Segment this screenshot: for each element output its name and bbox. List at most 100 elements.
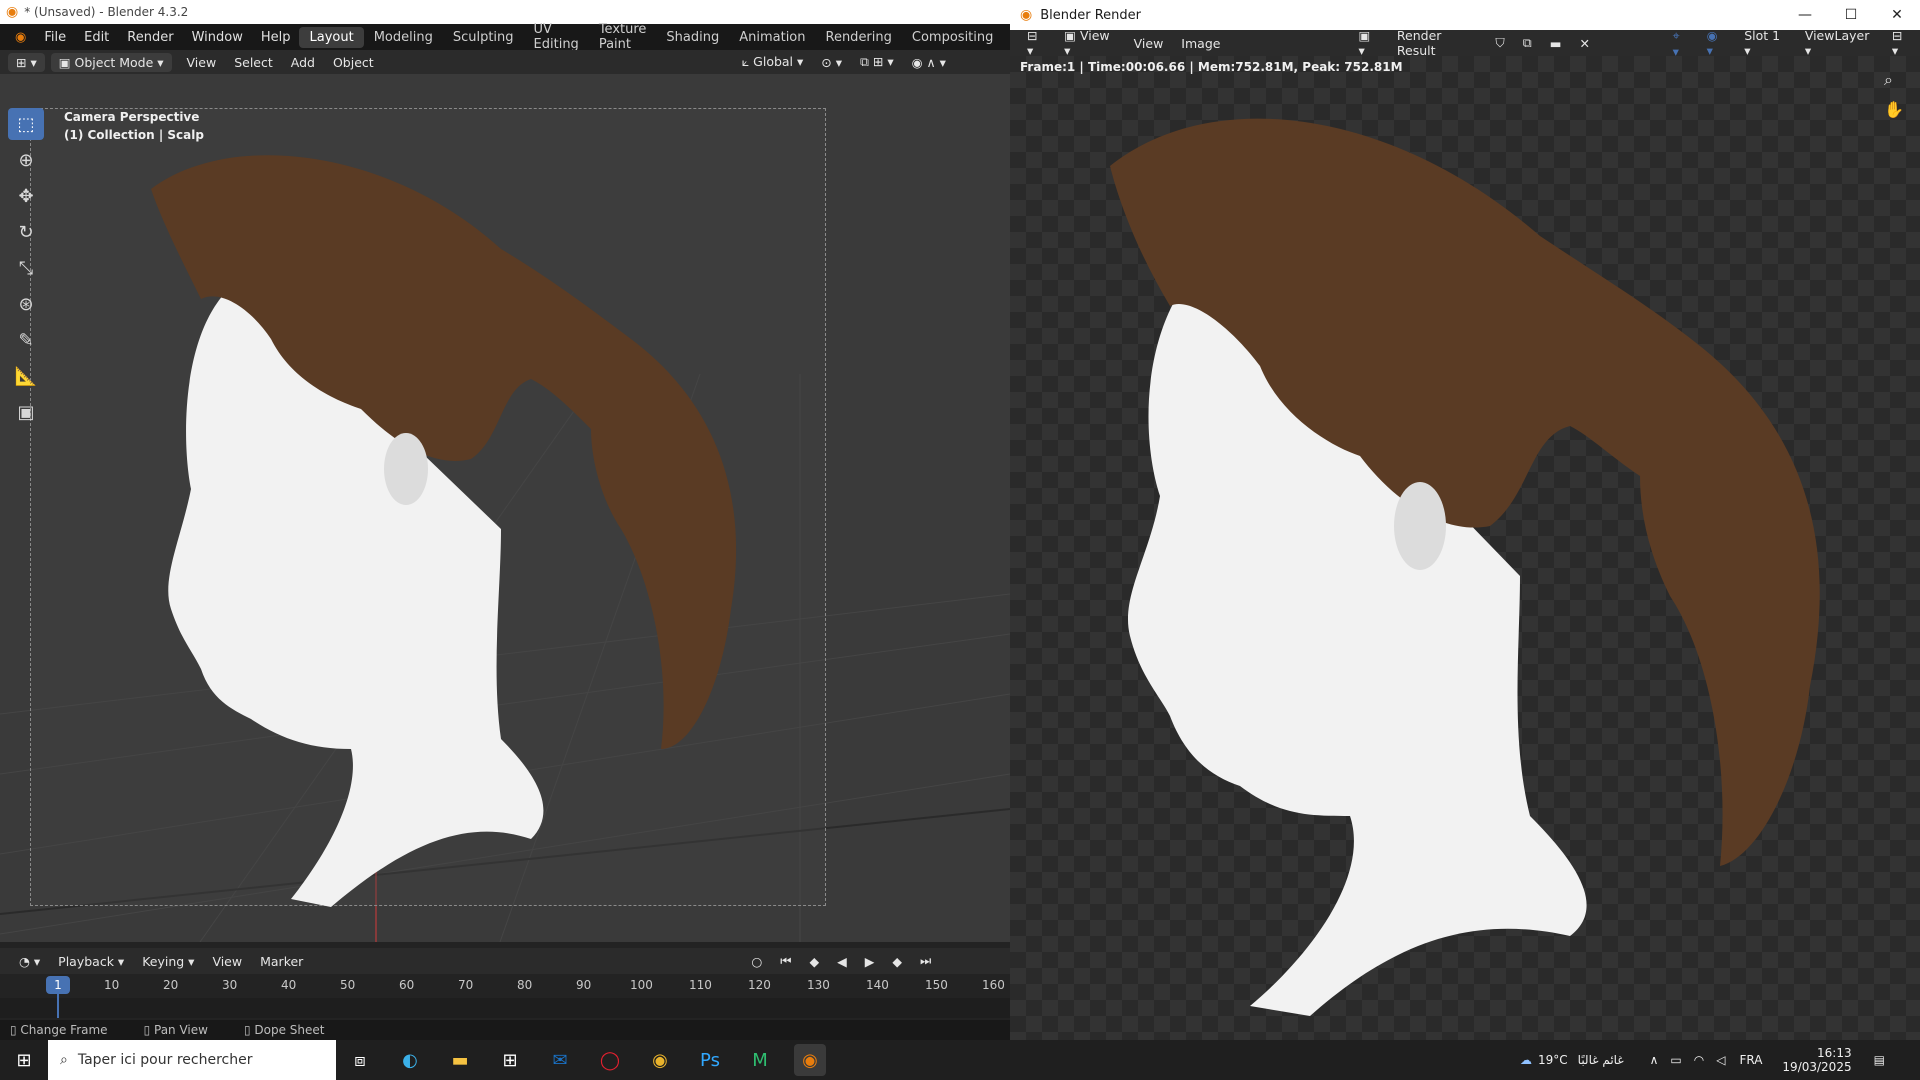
system-tray: ☁ 19°C غائم غالبًا ∧ ▭ ◠ ◁ FRA 16:13 19/… <box>1520 1040 1885 1080</box>
menu-window[interactable]: Window <box>183 30 252 45</box>
play-icon[interactable]: ▶ <box>856 954 884 969</box>
image-name[interactable]: Render Result <box>1388 28 1486 58</box>
weather-icon[interactable]: ☁ <box>1520 1053 1532 1067</box>
tab-animation[interactable]: Animation <box>729 27 815 48</box>
measure-icon[interactable]: 📐 <box>8 360 44 392</box>
sample-tool-icon[interactable]: ⌖ ▾ <box>1664 28 1698 59</box>
header-menu-select[interactable]: Select <box>225 55 282 70</box>
device-icon[interactable]: ▭ <box>1670 1053 1681 1067</box>
render-pass-icon[interactable]: ⊟ ▾ <box>1883 28 1920 58</box>
open-image-icon[interactable]: ▬ <box>1541 36 1571 51</box>
jump-end-icon[interactable]: ⏭ <box>911 953 940 969</box>
pan-hand-icon[interactable]: ✋ <box>1884 100 1904 119</box>
image-menu-image[interactable]: Image <box>1172 36 1229 51</box>
timeline-editor-icon[interactable]: ◔ ▾ <box>10 954 49 969</box>
frame-ruler[interactable]: 10 20 30 40 50 60 70 80 90 100 110 120 1… <box>0 974 1010 998</box>
tab-layout[interactable]: Layout <box>299 26 364 48</box>
menu-help[interactable]: Help <box>252 30 300 45</box>
menu-edit[interactable]: Edit <box>75 30 118 45</box>
timeline-menu-playback[interactable]: Playback ▾ <box>49 954 133 969</box>
status-dope-sheet-label: Dope Sheet <box>254 1023 325 1037</box>
taskbar-search-input[interactable]: ⌕ Taper ici pour rechercher <box>48 1040 336 1080</box>
tick-label: 70 <box>458 978 474 992</box>
tick-label: 40 <box>281 978 297 992</box>
volume-icon[interactable]: ◁ <box>1716 1053 1725 1067</box>
clock[interactable]: 16:13 19/03/2025 <box>1782 1046 1851 1074</box>
blender-taskbar-icon[interactable]: ◉ <box>794 1044 826 1076</box>
image-editor-type-icon[interactable]: ⊟ ▾ <box>1018 28 1055 58</box>
auto-keying-icon[interactable]: ○ <box>742 954 771 969</box>
app-m-icon[interactable]: M <box>744 1044 776 1076</box>
render-info: Frame:1 | Time:00:06.66 | Mem:752.81M, P… <box>1020 60 1403 74</box>
file-explorer-icon[interactable]: ▬ <box>444 1044 476 1076</box>
tab-sculpting[interactable]: Sculpting <box>443 27 524 48</box>
wifi-icon[interactable]: ◠ <box>1694 1053 1704 1067</box>
language-indicator[interactable]: FRA <box>1739 1053 1762 1067</box>
annotate-icon[interactable]: ✎ <box>8 324 44 356</box>
outlook-icon[interactable]: ✉ <box>544 1044 576 1076</box>
windows-start-icon[interactable]: ⊞ <box>8 1044 40 1076</box>
unlink-image-icon[interactable]: ✕ <box>1571 36 1599 51</box>
timeline-menu-keying[interactable]: Keying ▾ <box>133 954 203 969</box>
select-box-icon[interactable]: ⬚ <box>8 108 44 140</box>
add-cube-icon[interactable]: ▣ <box>8 396 44 428</box>
maximize-icon[interactable]: ☐ <box>1828 0 1874 30</box>
menu-render[interactable]: Render <box>118 30 182 45</box>
timeline-menu-view[interactable]: View <box>203 954 251 969</box>
photoshop-icon[interactable]: Ps <box>694 1044 726 1076</box>
tab-shading[interactable]: Shading <box>656 27 729 48</box>
top-menubar: ◉ File Edit Render Window Help Layout Mo… <box>0 22 1023 52</box>
rotate-icon[interactable]: ↻ <box>8 216 44 248</box>
header-menu-object[interactable]: Object <box>324 55 383 70</box>
snap-icon[interactable]: ⧉ ⊞ ▾ <box>851 54 903 70</box>
transform-orientation-dropdown[interactable]: ⟀ Global ▾ <box>733 54 813 70</box>
image-view-dropdown[interactable]: ▣ View ▾ <box>1055 28 1124 58</box>
edge-icon[interactable]: ◐ <box>394 1044 426 1076</box>
status-dope-sheet: ▯ Dope Sheet <box>243 1023 325 1037</box>
blender-menu-icon[interactable]: ◉ <box>6 30 35 45</box>
opera-icon[interactable]: ◯ <box>594 1044 626 1076</box>
tab-compositing[interactable]: Compositing <box>902 27 1004 48</box>
mode-dropdown[interactable]: ▣ Object Mode ▾ <box>50 52 172 72</box>
render-image-area[interactable] <box>1010 56 1920 1040</box>
tick-label: 140 <box>866 978 889 992</box>
fake-user-icon[interactable]: ⛉ <box>1486 35 1513 51</box>
current-frame-indicator[interactable]: 1 <box>46 976 70 994</box>
pivot-icon[interactable]: ⊙ ▾ <box>812 55 851 70</box>
tray-chevron-icon[interactable]: ∧ <box>1650 1053 1659 1067</box>
slot-dropdown[interactable]: Slot 1 ▾ <box>1735 28 1796 58</box>
play-reverse-icon[interactable]: ◀ <box>828 954 856 969</box>
scale-icon[interactable]: ⤡ <box>8 252 44 284</box>
cursor-icon[interactable]: ⊕ <box>8 144 44 176</box>
playhead[interactable] <box>57 994 59 1018</box>
header-menu-add[interactable]: Add <box>282 55 324 70</box>
jump-start-icon[interactable]: ⏮ <box>771 953 800 969</box>
image-browse-icon[interactable]: ▣ ▾ <box>1350 28 1388 58</box>
next-keyframe-icon[interactable]: ◆ <box>883 954 911 969</box>
tab-modeling[interactable]: Modeling <box>364 27 443 48</box>
tab-rendering[interactable]: Rendering <box>816 27 902 48</box>
move-icon[interactable]: ✥ <box>8 180 44 212</box>
editor-type-icon[interactable]: ⊞ ▾ <box>8 52 45 72</box>
task-view-icon[interactable]: ⧈ <box>344 1044 376 1076</box>
display-channels-icon[interactable]: ◉ ▾ <box>1698 28 1736 58</box>
close-icon[interactable]: ✕ <box>1874 0 1920 30</box>
proportional-edit-icon[interactable]: ◉ ∧ ▾ <box>903 55 955 70</box>
timeline-menu-marker[interactable]: Marker <box>251 954 312 969</box>
zoom-icon[interactable]: ⌕ <box>1884 70 1893 90</box>
duplicate-image-icon[interactable]: ⧉ <box>1514 35 1541 51</box>
chrome-icon[interactable]: ◉ <box>644 1044 676 1076</box>
image-menu-view[interactable]: View <box>1125 36 1173 51</box>
status-pan-view: ▯ Pan View <box>143 1023 208 1037</box>
transform-icon[interactable]: ⊛ <box>8 288 44 320</box>
minimize-icon[interactable]: — <box>1782 0 1828 30</box>
header-menu-view[interactable]: View <box>178 55 226 70</box>
main-window-title: * (Unsaved) - Blender 4.3.2 <box>24 5 189 19</box>
timeline-track[interactable] <box>0 998 1010 1018</box>
prev-keyframe-icon[interactable]: ◆ <box>801 954 829 969</box>
store-icon[interactable]: ⊞ <box>494 1044 526 1076</box>
tick-label: 110 <box>689 978 712 992</box>
notification-icon[interactable]: ▤ <box>1874 1053 1885 1067</box>
view-layer-dropdown[interactable]: ViewLayer ▾ <box>1796 28 1883 58</box>
menu-file[interactable]: File <box>35 30 75 45</box>
